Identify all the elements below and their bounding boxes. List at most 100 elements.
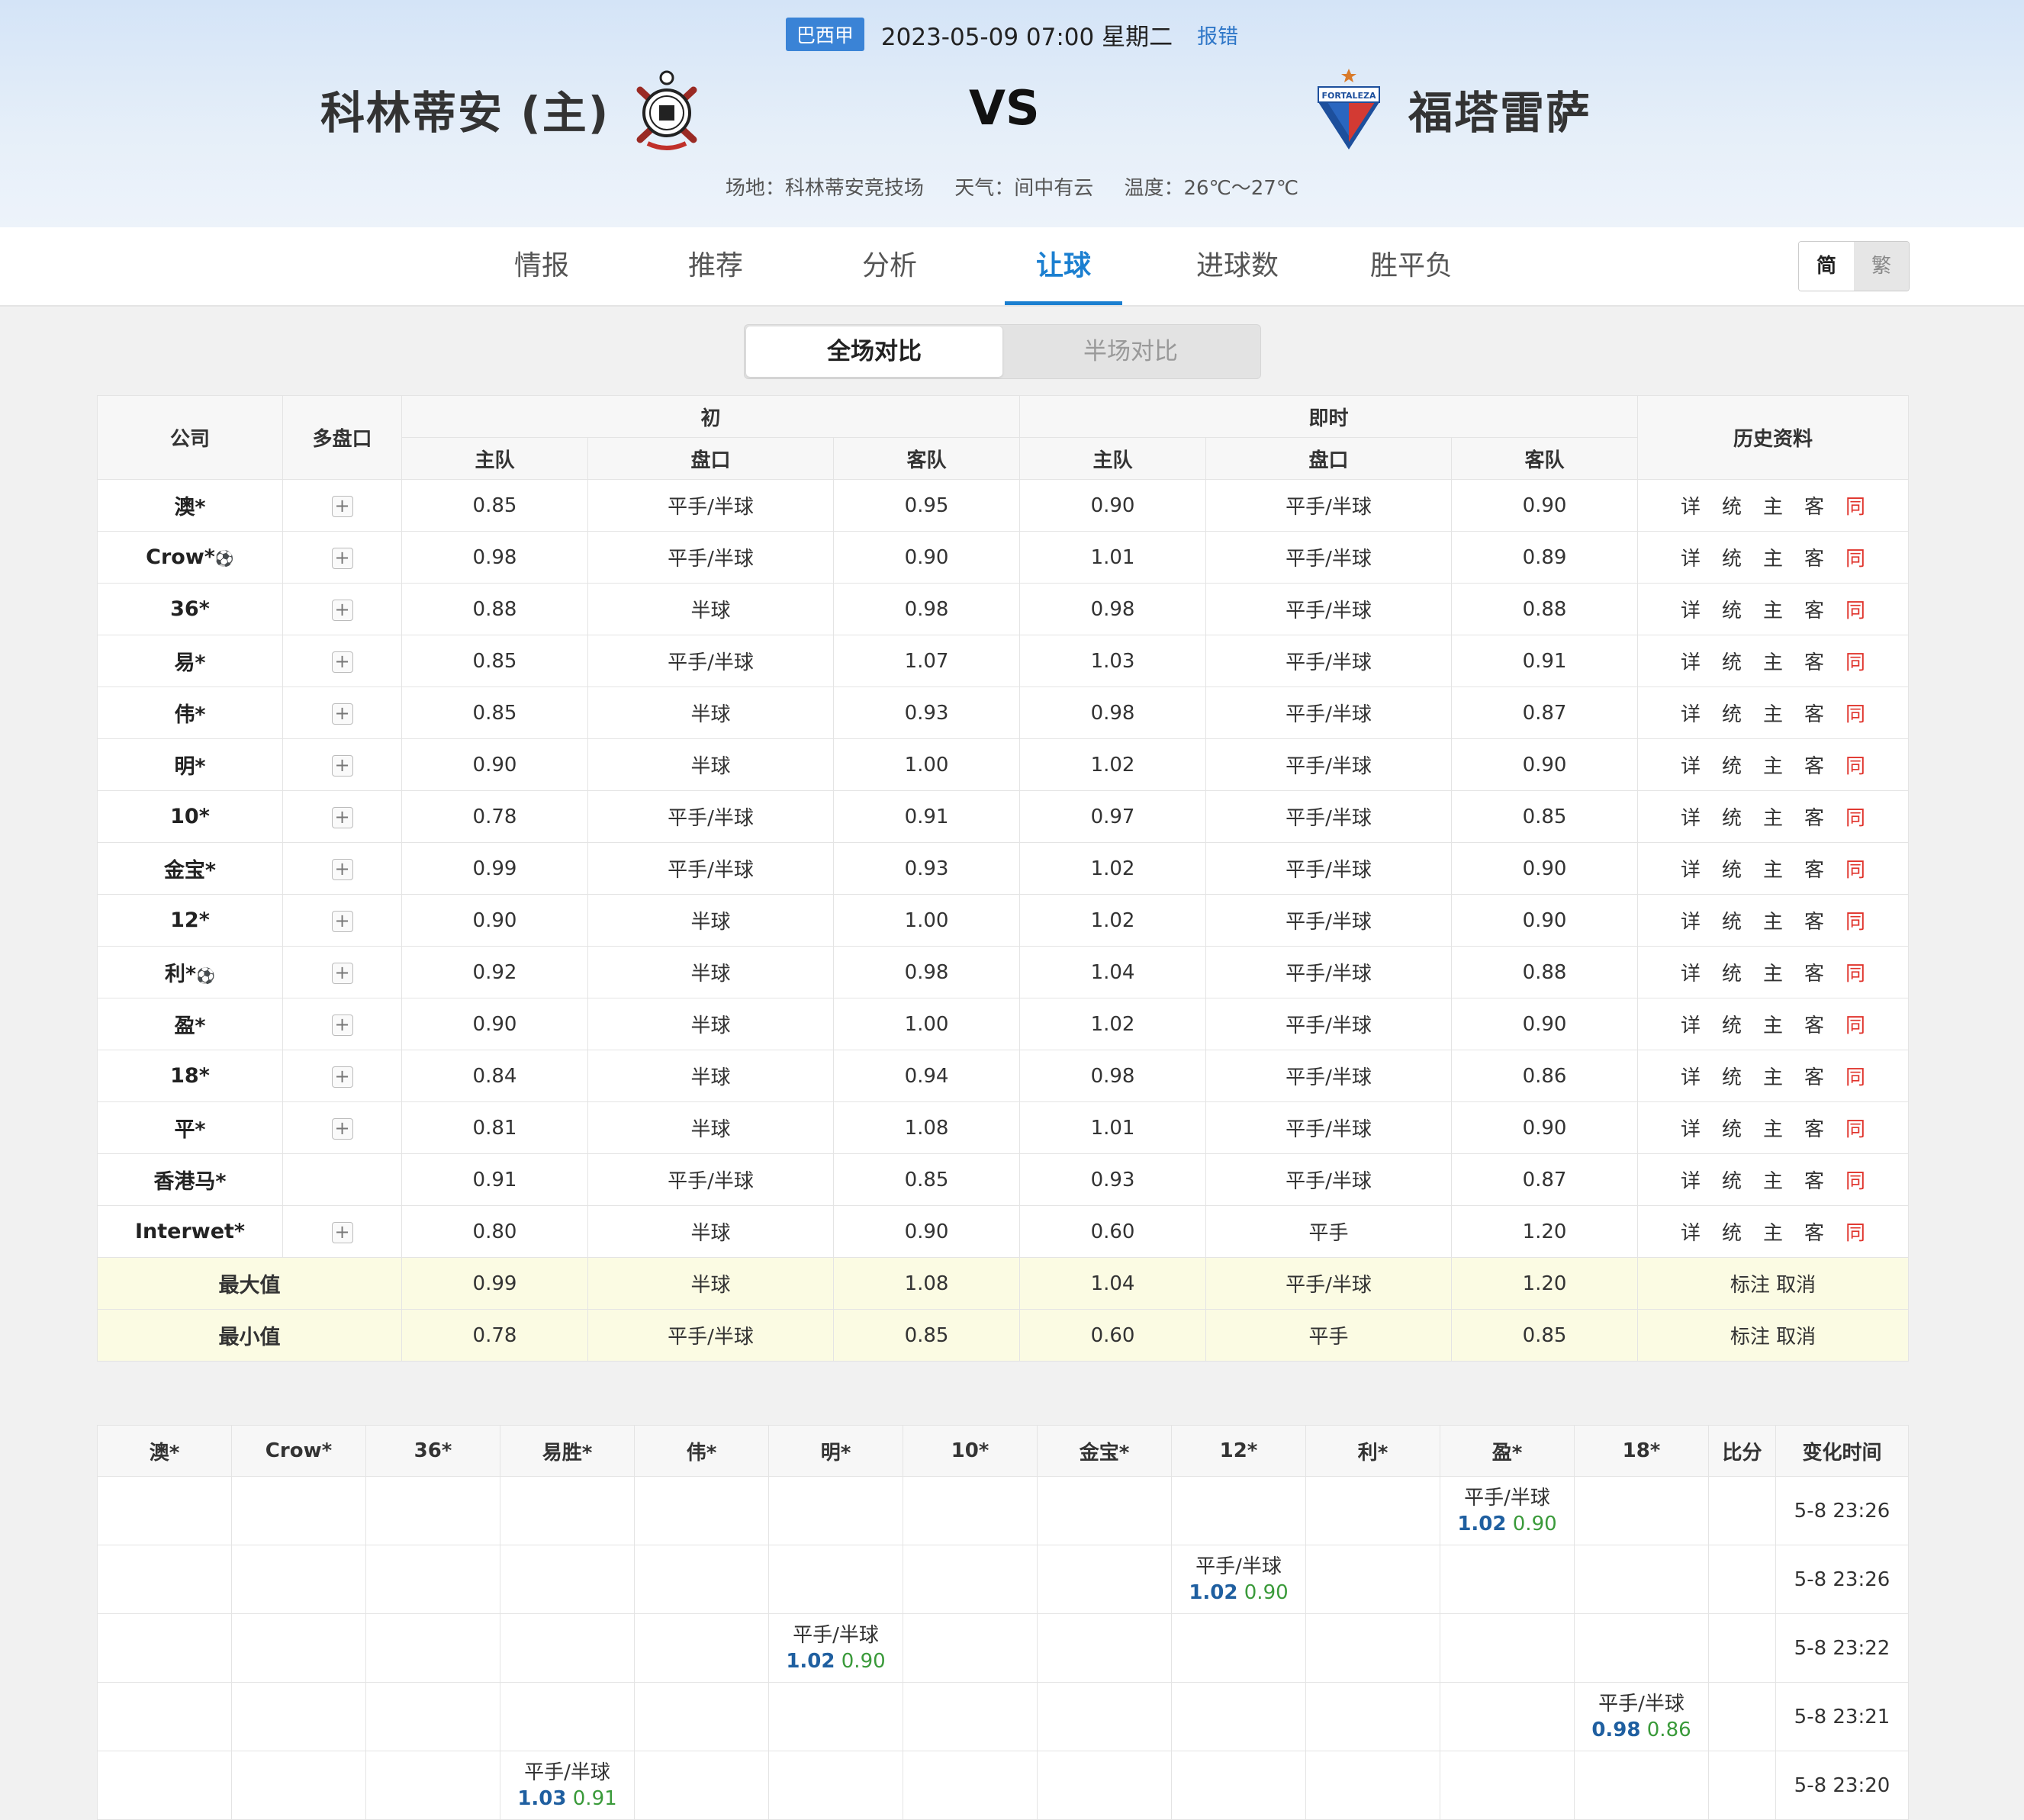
history-home-link[interactable]: 主: [1752, 491, 1794, 519]
expand-plus-icon[interactable]: +: [331, 910, 353, 932]
history-same-link[interactable]: 同: [1835, 491, 1876, 519]
history-stats-link[interactable]: 统: [1711, 1062, 1752, 1090]
history-home-link[interactable]: 主: [1752, 751, 1794, 779]
company-cell[interactable]: 金宝*: [97, 842, 283, 895]
tab-intel[interactable]: 情报: [484, 227, 599, 305]
history-detail-link[interactable]: 详: [1670, 543, 1711, 571]
history-away-link[interactable]: 客: [1794, 958, 1835, 986]
history-stats-link[interactable]: 统: [1711, 1010, 1752, 1038]
expand-plus-icon[interactable]: +: [331, 599, 353, 621]
history-detail-link[interactable]: 详: [1670, 491, 1711, 519]
history-away-link[interactable]: 客: [1794, 802, 1835, 831]
history-home-link[interactable]: 主: [1752, 1114, 1794, 1142]
history-away-link[interactable]: 客: [1794, 1166, 1835, 1194]
home-team-name[interactable]: 科林蒂安 (主): [320, 77, 610, 141]
history-stats-link[interactable]: 统: [1711, 543, 1752, 571]
history-same-link[interactable]: 同: [1835, 647, 1876, 675]
half-match-button[interactable]: 半场对比: [1002, 326, 1259, 377]
history-away-link[interactable]: 客: [1794, 647, 1835, 675]
history-away-link[interactable]: 客: [1794, 491, 1835, 519]
history-stats-link[interactable]: 统: [1711, 751, 1752, 779]
company-cell[interactable]: 明*: [97, 738, 283, 791]
tab-goals[interactable]: 进球数: [1180, 227, 1295, 305]
expand-plus-icon[interactable]: +: [331, 858, 353, 880]
history-away-link[interactable]: 客: [1794, 595, 1835, 623]
history-home-link[interactable]: 主: [1752, 906, 1794, 934]
history-stats-link[interactable]: 统: [1711, 802, 1752, 831]
history-away-link[interactable]: 客: [1794, 1217, 1835, 1246]
expand-plus-icon[interactable]: +: [331, 962, 353, 984]
history-stats-link[interactable]: 统: [1711, 595, 1752, 623]
company-cell[interactable]: 盈*: [97, 998, 283, 1050]
history-stats-link[interactable]: 统: [1711, 647, 1752, 675]
history-same-link[interactable]: 同: [1835, 1166, 1876, 1194]
history-detail-link[interactable]: 详: [1670, 647, 1711, 675]
history-same-link[interactable]: 同: [1835, 699, 1876, 727]
history-away-link[interactable]: 客: [1794, 1062, 1835, 1090]
history-away-link[interactable]: 客: [1794, 751, 1835, 779]
company-cell[interactable]: 平*: [97, 1101, 283, 1154]
tab-result[interactable]: 胜平负: [1354, 227, 1469, 305]
history-stats-link[interactable]: 统: [1711, 1114, 1752, 1142]
history-home-link[interactable]: 主: [1752, 802, 1794, 831]
history-detail-link[interactable]: 详: [1670, 906, 1711, 934]
summary-actions[interactable]: 标注 取消: [1637, 1257, 1910, 1310]
history-away-link[interactable]: 客: [1794, 543, 1835, 571]
history-home-link[interactable]: 主: [1752, 854, 1794, 883]
history-same-link[interactable]: 同: [1835, 1062, 1876, 1090]
expand-plus-icon[interactable]: +: [331, 1014, 353, 1036]
company-cell[interactable]: 10*: [97, 790, 283, 843]
lang-traditional-button[interactable]: 繁: [1854, 242, 1909, 291]
history-detail-link[interactable]: 详: [1670, 958, 1711, 986]
history-stats-link[interactable]: 统: [1711, 1166, 1752, 1194]
history-same-link[interactable]: 同: [1835, 802, 1876, 831]
history-away-link[interactable]: 客: [1794, 1010, 1835, 1038]
history-detail-link[interactable]: 详: [1670, 751, 1711, 779]
history-home-link[interactable]: 主: [1752, 1217, 1794, 1246]
company-cell[interactable]: Interwet*: [97, 1205, 283, 1258]
lang-simplified-button[interactable]: 简: [1799, 242, 1854, 291]
history-home-link[interactable]: 主: [1752, 1062, 1794, 1090]
history-home-link[interactable]: 主: [1752, 543, 1794, 571]
history-stats-link[interactable]: 统: [1711, 491, 1752, 519]
history-detail-link[interactable]: 详: [1670, 1010, 1711, 1038]
league-badge[interactable]: 巴西甲: [785, 18, 864, 51]
expand-plus-icon[interactable]: +: [331, 754, 353, 777]
expand-plus-icon[interactable]: +: [331, 1221, 353, 1243]
history-detail-link[interactable]: 详: [1670, 1166, 1711, 1194]
history-same-link[interactable]: 同: [1835, 751, 1876, 779]
expand-plus-icon[interactable]: +: [331, 703, 353, 725]
company-cell[interactable]: Crow*⚽: [97, 531, 283, 584]
away-team-name[interactable]: 福塔雷萨: [1408, 77, 1591, 141]
expand-plus-icon[interactable]: +: [331, 495, 353, 517]
company-cell[interactable]: 12*: [97, 894, 283, 947]
history-same-link[interactable]: 同: [1835, 595, 1876, 623]
history-home-link[interactable]: 主: [1752, 1166, 1794, 1194]
expand-plus-icon[interactable]: +: [331, 1117, 353, 1140]
company-cell[interactable]: 澳*: [97, 479, 283, 532]
history-home-link[interactable]: 主: [1752, 1010, 1794, 1038]
expand-plus-icon[interactable]: +: [331, 651, 353, 673]
history-away-link[interactable]: 客: [1794, 906, 1835, 934]
tab-handicap[interactable]: 让球: [1005, 227, 1122, 305]
full-match-button[interactable]: 全场对比: [746, 326, 1002, 377]
history-home-link[interactable]: 主: [1752, 595, 1794, 623]
history-home-link[interactable]: 主: [1752, 647, 1794, 675]
report-error-link[interactable]: 报错: [1197, 20, 1238, 50]
expand-plus-icon[interactable]: +: [331, 1066, 353, 1088]
summary-actions[interactable]: 标注 取消: [1637, 1309, 1910, 1362]
company-cell[interactable]: 易*: [97, 635, 283, 687]
history-stats-link[interactable]: 统: [1711, 854, 1752, 883]
tab-recommend[interactable]: 推荐: [658, 227, 773, 305]
history-detail-link[interactable]: 详: [1670, 1217, 1711, 1246]
history-detail-link[interactable]: 详: [1670, 1114, 1711, 1142]
history-away-link[interactable]: 客: [1794, 699, 1835, 727]
tab-analysis[interactable]: 分析: [832, 227, 947, 305]
history-home-link[interactable]: 主: [1752, 699, 1794, 727]
company-cell[interactable]: 36*: [97, 583, 283, 635]
history-detail-link[interactable]: 详: [1670, 802, 1711, 831]
history-away-link[interactable]: 客: [1794, 854, 1835, 883]
history-stats-link[interactable]: 统: [1711, 958, 1752, 986]
company-cell[interactable]: 18*: [97, 1050, 283, 1102]
history-same-link[interactable]: 同: [1835, 543, 1876, 571]
